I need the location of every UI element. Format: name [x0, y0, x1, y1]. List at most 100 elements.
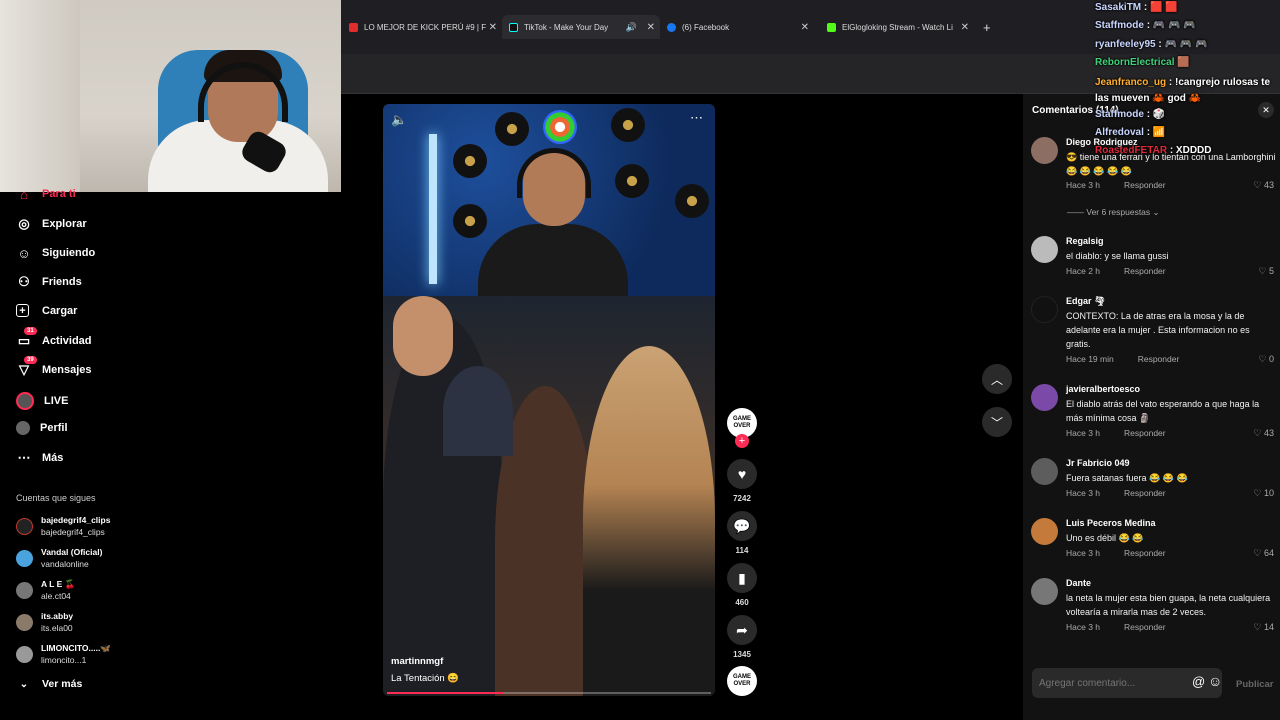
- upload-icon: +: [16, 304, 29, 317]
- account-name: bajedegrif4_clips: [41, 515, 111, 525]
- reply-button[interactable]: Responder: [1124, 266, 1166, 276]
- avatar: [16, 581, 33, 599]
- new-tab-button[interactable]: +: [983, 16, 999, 38]
- nav-item-siguiendo[interactable]: ☺ Siguiendo: [16, 245, 95, 261]
- share-button[interactable]: ➦ 1345: [724, 615, 760, 659]
- avatar[interactable]: [1031, 236, 1058, 263]
- save-button[interactable]: ▮ 460: [724, 563, 760, 607]
- compass-icon: ◎: [18, 216, 30, 231]
- nav-item-mas[interactable]: ⋯ Más: [16, 450, 64, 466]
- comment-button[interactable]: 💬 114: [724, 511, 760, 555]
- webcam-background-door: [0, 0, 80, 192]
- emoji-icon[interactable]: ☺: [1208, 673, 1222, 689]
- tab-audio-icon[interactable]: 🔊: [626, 22, 637, 33]
- nav-item-explorar[interactable]: ◎ Explorar: [16, 216, 86, 232]
- avatar[interactable]: [1031, 518, 1058, 545]
- music-disc-icon[interactable]: GAME OVER: [727, 666, 757, 696]
- browser-tab-kick[interactable]: ElGlogloking Stream - Watch Li ✕: [827, 16, 971, 38]
- video-player[interactable]: 🔈 ⋯ martinnmgf La Tentación 😄: [383, 104, 715, 696]
- close-tab-icon[interactable]: ✕: [801, 22, 809, 33]
- nav-item-mensajes[interactable]: ▽ 39 Mensajes: [16, 356, 92, 378]
- see-more-button[interactable]: ⌄ Ver más: [16, 676, 83, 692]
- nav-item-live[interactable]: LIVE: [16, 392, 68, 410]
- nav-item-perfil[interactable]: Perfil: [16, 421, 68, 435]
- followed-account[interactable]: Vandal (Oficial) vandalonline: [16, 546, 102, 570]
- account-handle: bajedegrif4_clips: [41, 527, 105, 537]
- following-icon: ☺: [17, 245, 31, 261]
- like-count: 7242: [733, 494, 751, 503]
- vinyl-decoration: [611, 108, 645, 142]
- comment-like[interactable]: ♡ 14: [1253, 622, 1274, 633]
- chat-message: RoastedFETAR : XDDDD: [1095, 145, 1212, 156]
- video-progress-bar[interactable]: [387, 692, 711, 694]
- chat-text: : 🎲: [1146, 109, 1166, 120]
- browser-tab-facebook[interactable]: (6) Facebook ✕: [667, 16, 811, 38]
- reply-button[interactable]: Responder: [1124, 180, 1166, 190]
- more-options-icon[interactable]: ⋯: [690, 110, 703, 126]
- comment-like[interactable]: ♡ 64: [1253, 548, 1274, 559]
- followed-account[interactable]: bajedegrif4_clips bajedegrif4_clips: [16, 514, 110, 538]
- chat-message: Alfredoval : 📶: [1095, 127, 1165, 138]
- video-username[interactable]: martinnmgf: [391, 656, 443, 667]
- followed-account[interactable]: its.abby its.ela00: [16, 610, 73, 634]
- comment-username[interactable]: Regalsig: [1066, 236, 1104, 246]
- reply-button[interactable]: Responder: [1138, 354, 1180, 364]
- comment-input[interactable]: [1039, 675, 1174, 691]
- comment-like[interactable]: ♡ 10: [1253, 488, 1274, 499]
- comment-like[interactable]: ♡ 5: [1258, 266, 1274, 277]
- like-button[interactable]: ♥ 7242: [724, 459, 760, 503]
- reply-button[interactable]: Responder: [1124, 488, 1166, 498]
- reply-button[interactable]: Responder: [1124, 428, 1166, 438]
- nav-item-cargar[interactable]: + Cargar: [16, 304, 77, 317]
- publish-button[interactable]: Publicar: [1236, 679, 1274, 690]
- comment-time: Hace 19 min: [1066, 354, 1114, 364]
- avatar[interactable]: [1031, 384, 1058, 411]
- avatar[interactable]: [1031, 458, 1058, 485]
- nav-item-friends[interactable]: ⚇ Friends: [16, 274, 82, 290]
- avatar[interactable]: [1031, 137, 1058, 164]
- vinyl-decoration: [453, 144, 487, 178]
- reply-button[interactable]: Responder: [1124, 548, 1166, 558]
- volume-icon[interactable]: 🔈: [391, 112, 407, 128]
- comment-username[interactable]: Luis Peceros Medina: [1066, 518, 1156, 528]
- comment-username[interactable]: javieralbertoesco: [1066, 384, 1140, 394]
- avatar[interactable]: [1031, 296, 1058, 323]
- close-tab-icon[interactable]: ✕: [961, 22, 969, 33]
- nav-item-para-ti[interactable]: ⌂ Para ti: [16, 186, 76, 202]
- chat-text: 🟫: [1177, 57, 1190, 68]
- reply-button[interactable]: Responder: [1124, 622, 1166, 632]
- chat-username: Jeanfranco_ug: [1095, 77, 1167, 88]
- comment-like[interactable]: ♡ 0: [1258, 354, 1274, 365]
- close-tab-icon[interactable]: ✕: [489, 22, 497, 33]
- previous-video-button[interactable]: ︿: [982, 364, 1012, 394]
- comment-like[interactable]: ♡ 43: [1253, 180, 1274, 191]
- next-video-button[interactable]: ﹀: [982, 407, 1012, 437]
- chat-text: : 🎮 🎮 🎮: [1158, 39, 1208, 50]
- kick-favicon-icon: [827, 22, 836, 32]
- chat-message: SasakiTM : 🟥 🟥: [1095, 2, 1178, 13]
- comment-username[interactable]: Dante: [1066, 578, 1091, 588]
- comment-username[interactable]: Jr Fabricio 049: [1066, 458, 1130, 468]
- avatar[interactable]: [1031, 578, 1058, 605]
- chevron-down-icon: ﹀: [990, 415, 1003, 430]
- followed-account[interactable]: A L E 🍒 ale.ct04: [16, 578, 75, 602]
- close-tab-icon[interactable]: ✕: [647, 22, 655, 33]
- comment-text: Fuera satanas fuera 😂 😂 😂: [1066, 473, 1188, 483]
- heart-outline-icon: ♡: [1253, 548, 1262, 558]
- nav-label: LIVE: [44, 395, 69, 407]
- browser-tab-tiktok[interactable]: TikTok - Make Your Day 🔊 ✕: [509, 16, 657, 38]
- follow-plus-icon[interactable]: +: [735, 434, 749, 448]
- tab-label: ElGlogloking Stream - Watch Li: [842, 22, 953, 32]
- comment-text: el diablo: y se llama gussi: [1066, 251, 1169, 261]
- nav-item-actividad[interactable]: ▭ 31 Actividad: [16, 327, 92, 349]
- see-replies-button[interactable]: —— Ver 6 respuestas ⌄: [1067, 207, 1160, 218]
- followed-account[interactable]: LIMONCITO.....🦋 limoncito...1: [16, 642, 111, 666]
- comment-like[interactable]: ♡ 43: [1253, 428, 1274, 439]
- video-bottom-panel: [383, 296, 715, 696]
- activity-icon: ▭ 31: [16, 327, 37, 349]
- mention-icon[interactable]: @: [1192, 674, 1205, 689]
- chat-username: Staffmode: [1095, 20, 1144, 31]
- webcam-overlay: [0, 0, 341, 192]
- comment-username[interactable]: Edgar 🌪: [1066, 296, 1105, 307]
- browser-tab-youtube[interactable]: LO MEJOR DE KICK PERÚ #9 | F ✕: [349, 16, 499, 38]
